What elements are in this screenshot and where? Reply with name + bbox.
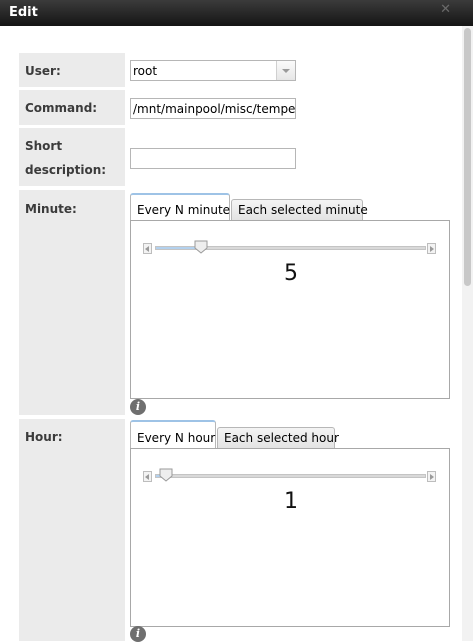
tab-each-selected-minute-label: Each selected minute xyxy=(238,203,368,217)
minute-label: Minute: xyxy=(25,202,77,216)
user-value: root xyxy=(133,64,158,78)
command-label-cell: Command: xyxy=(19,90,125,125)
tab-each-selected-minute[interactable]: Each selected minute xyxy=(231,199,368,221)
command-value: /mnt/mainpool/misc/temperature xyxy=(133,102,296,116)
hour-slider-thumb[interactable] xyxy=(159,468,173,482)
user-label: User: xyxy=(25,64,61,78)
hour-slider-track[interactable] xyxy=(155,474,426,478)
hour-panel: 1 xyxy=(130,448,450,627)
close-icon[interactable]: ✕ xyxy=(440,3,451,17)
short-description-label-line1: Short xyxy=(25,139,63,153)
short-description-label-cell: Short description: xyxy=(19,128,125,186)
minute-panel: 5 xyxy=(130,220,450,399)
hour-label: Hour: xyxy=(25,430,63,444)
minute-label-cell: Minute: xyxy=(19,190,125,415)
minute-slider-left-arrow-icon[interactable] xyxy=(143,243,152,254)
tab-every-n-hour-label: Every N hour xyxy=(137,431,216,445)
tab-every-n-minute[interactable]: Every N minute xyxy=(130,193,230,221)
minute-slider-right-arrow-icon[interactable] xyxy=(427,243,436,254)
command-input[interactable]: /mnt/mainpool/misc/temperature xyxy=(130,98,296,119)
minute-help-icon[interactable]: i xyxy=(130,399,146,415)
window-title: Edit xyxy=(9,5,38,20)
minute-slider-value: 5 xyxy=(284,261,298,286)
tab-every-n-minute-label: Every N minute xyxy=(137,203,231,217)
user-label-cell: User: xyxy=(19,53,125,87)
hour-help-icon[interactable]: i xyxy=(130,626,146,642)
hour-slider-left-arrow-icon[interactable] xyxy=(143,471,152,482)
hour-slider-right-arrow-icon[interactable] xyxy=(427,471,436,482)
vertical-scrollbar[interactable] xyxy=(462,26,473,641)
hour-slider-value: 1 xyxy=(284,489,298,514)
tab-every-n-hour[interactable]: Every N hour xyxy=(130,420,216,449)
short-description-input[interactable] xyxy=(130,148,296,169)
window-titlebar: Edit ✕ xyxy=(0,0,473,26)
minute-slider-thumb[interactable] xyxy=(194,240,208,254)
hour-label-cell: Hour: xyxy=(19,419,125,641)
chevron-down-icon[interactable] xyxy=(276,61,295,80)
tab-each-selected-hour-label: Each selected hour xyxy=(224,431,339,445)
scrollbar-thumb[interactable] xyxy=(464,28,471,286)
user-combobox[interactable]: root xyxy=(130,60,296,81)
short-description-label-line2: description: xyxy=(25,163,107,177)
tab-each-selected-hour[interactable]: Each selected hour xyxy=(217,427,339,449)
command-label: Command: xyxy=(25,101,98,115)
